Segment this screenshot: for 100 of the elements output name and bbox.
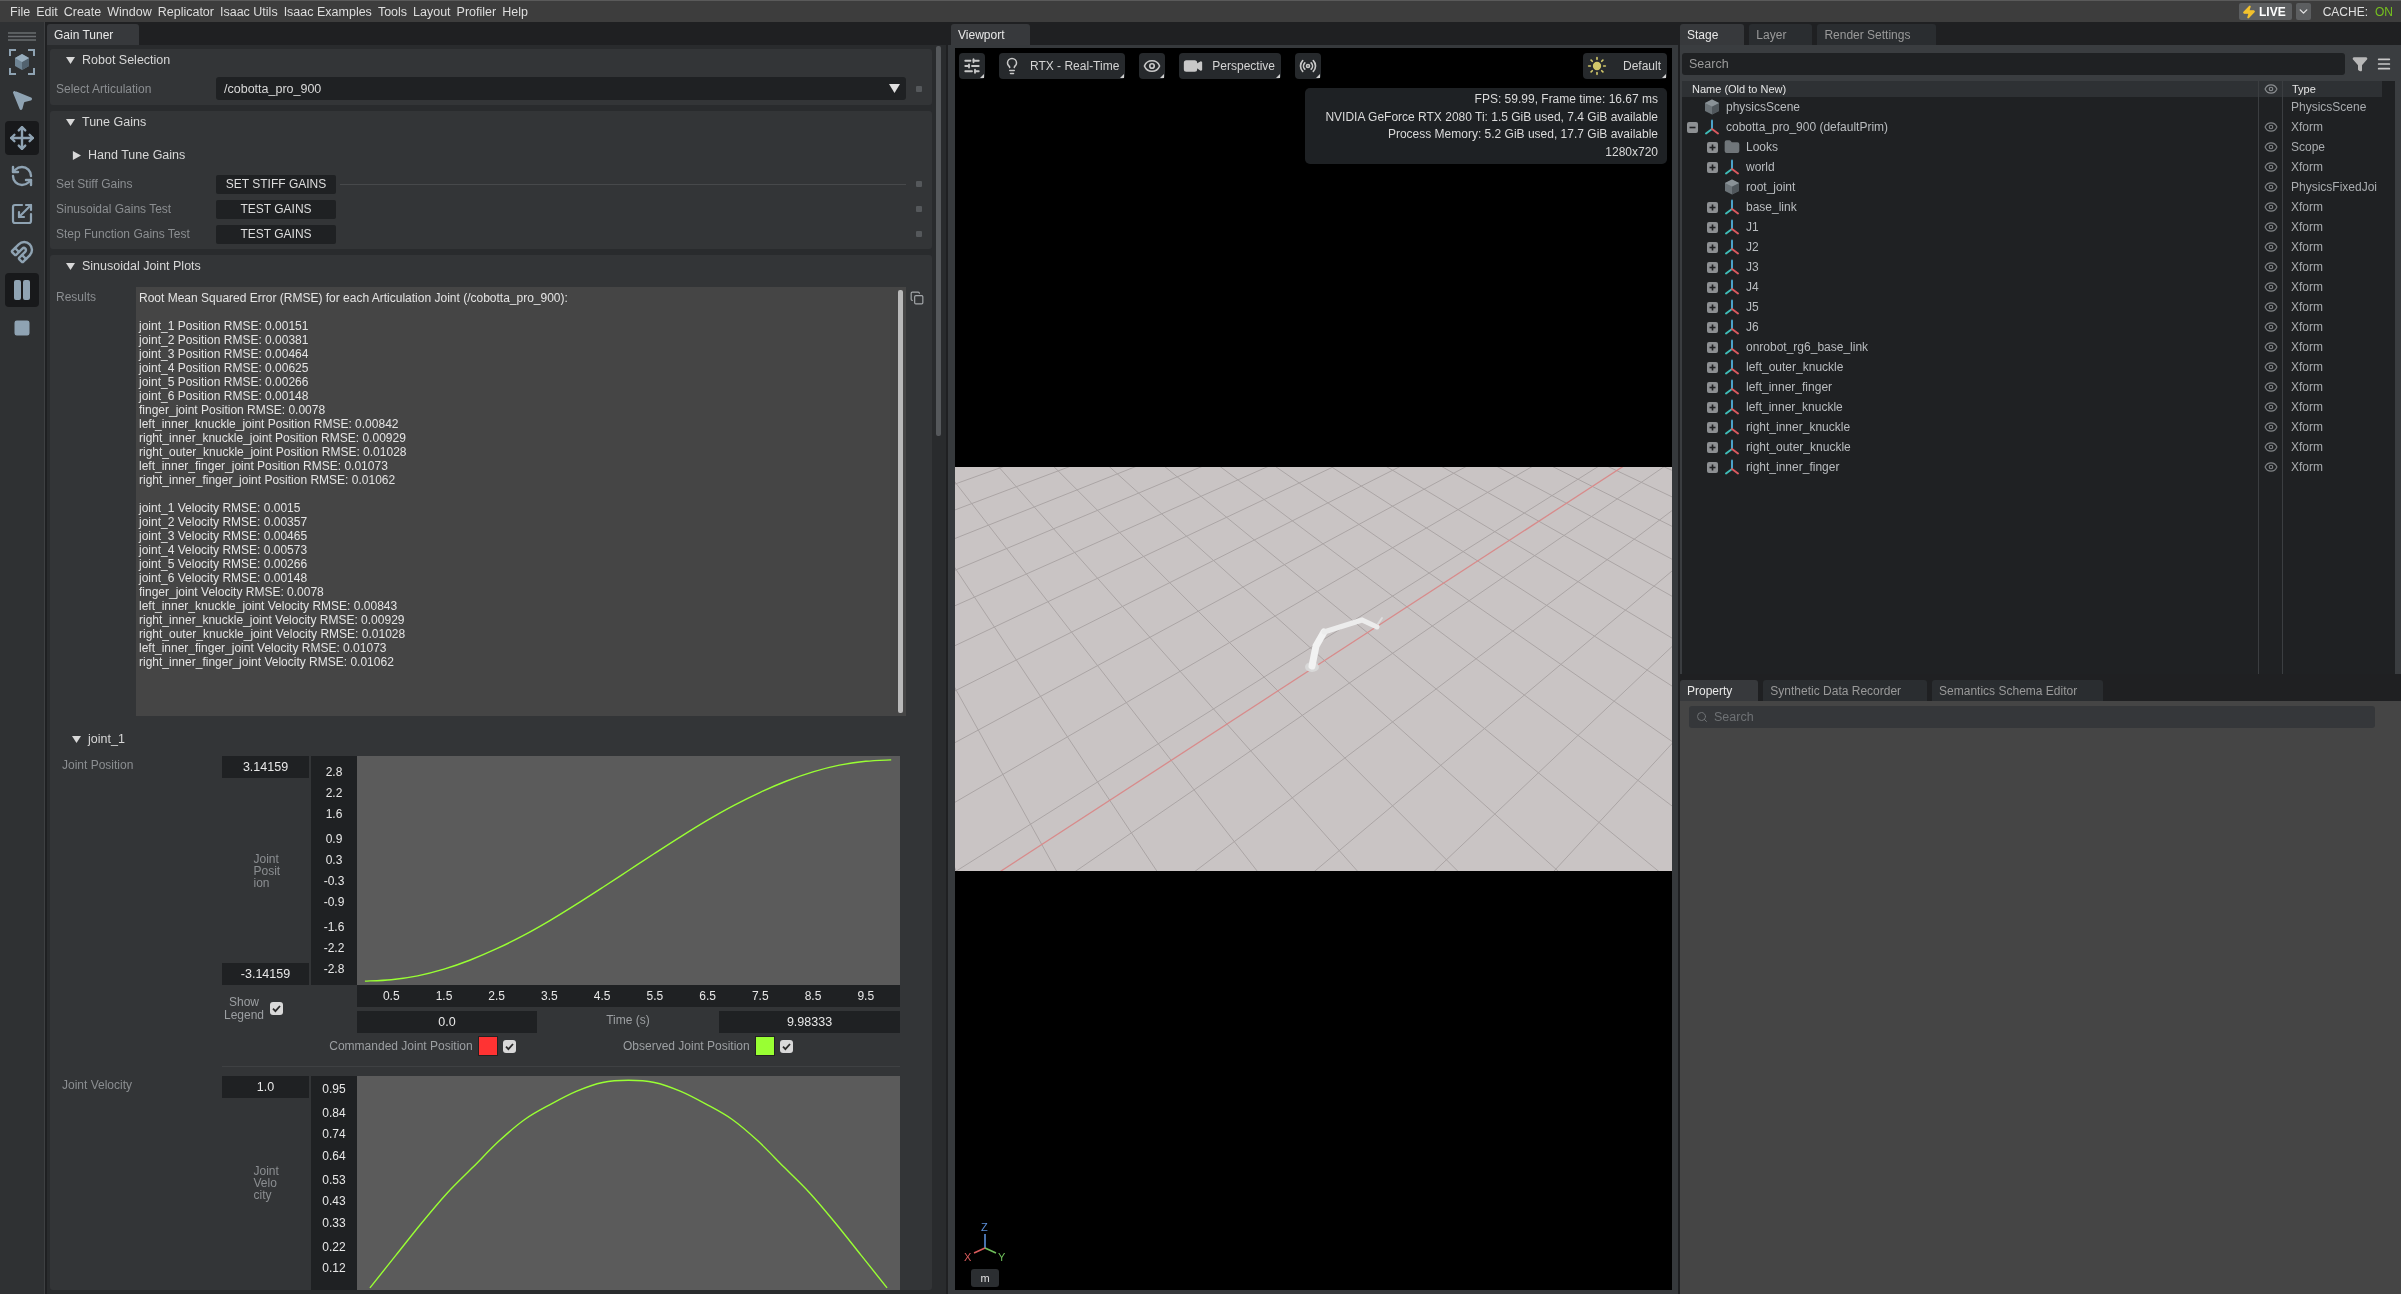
plus-box-icon[interactable] [1707, 261, 1718, 273]
plus-box-icon[interactable] [1707, 241, 1718, 253]
tree-item[interactable]: J4 [1682, 277, 2258, 297]
eye-icon[interactable] [2263, 280, 2278, 294]
action-button[interactable]: SET STIFF GAINS [216, 174, 336, 194]
panel-tab[interactable]: Semantics Schema Editor [1932, 680, 2104, 701]
menu-item[interactable]: Layout [410, 4, 454, 19]
eye-icon[interactable] [2263, 300, 2278, 314]
plus-box-icon[interactable] [1707, 141, 1718, 153]
eye-icon[interactable] [2263, 220, 2278, 234]
tree-item[interactable]: left_inner_knuckle [1682, 397, 2258, 417]
plus-box-icon[interactable] [1707, 361, 1718, 373]
plus-box-icon[interactable] [1707, 341, 1718, 353]
eye-icon[interactable] [2263, 240, 2278, 254]
viewport-toolbar-button[interactable] [1295, 53, 1322, 79]
tree-item[interactable]: Looks [1682, 137, 2258, 157]
menu-item[interactable]: Replicator [154, 4, 217, 19]
menu-item[interactable]: Edit [33, 4, 61, 19]
section-header[interactable]: Tune Gains [50, 111, 932, 133]
action-button[interactable]: TEST GAINS [216, 224, 336, 244]
dropdown-button[interactable] [2295, 3, 2311, 20]
eye-icon[interactable] [2263, 440, 2278, 454]
eye-icon[interactable] [2263, 160, 2278, 174]
plus-box-icon[interactable] [1707, 201, 1718, 213]
plus-box-icon[interactable] [1707, 441, 1718, 453]
menu-item[interactable]: Profiler [453, 4, 500, 19]
plus-box-icon[interactable] [1707, 381, 1718, 393]
viewport-toolbar-button[interactable] [1139, 53, 1166, 79]
eye-icon[interactable] [2263, 120, 2278, 134]
min-value-field[interactable]: -3.14159 [222, 963, 309, 985]
menu-icon[interactable] [2376, 56, 2392, 72]
tree-item[interactable]: cobotta_pro_900 (defaultPrim) [1682, 117, 2258, 137]
max-value-field[interactable]: 1.0 [222, 1076, 309, 1098]
scrollbar[interactable] [936, 46, 941, 436]
section-header[interactable]: Sinusoidal Joint Plots [50, 255, 932, 277]
max-value-field[interactable]: 3.14159 [222, 756, 309, 778]
menu-item[interactable]: Tools [374, 4, 411, 19]
tree-item[interactable]: left_outer_knuckle [1682, 357, 2258, 377]
copy-icon[interactable] [910, 291, 924, 305]
checkbox[interactable] [779, 1039, 793, 1053]
menu-item[interactable]: Create [60, 4, 105, 19]
tree-item[interactable]: right_inner_knuckle [1682, 417, 2258, 437]
eye-icon[interactable] [2263, 460, 2278, 474]
panel-tab[interactable]: Render Settings [1817, 24, 1937, 45]
eye-icon[interactable] [2263, 400, 2278, 414]
tree-item[interactable]: world [1682, 157, 2258, 177]
scrollbar[interactable] [898, 290, 903, 713]
minus-box-icon[interactable] [1687, 121, 1698, 133]
menu-item[interactable]: Isaac Examples [280, 4, 375, 19]
max-value-field[interactable]: 9.98333 [719, 1011, 900, 1033]
eye-icon[interactable] [2263, 340, 2278, 354]
eye-icon[interactable] [2263, 320, 2278, 334]
plus-box-icon[interactable] [1707, 401, 1718, 413]
panel-tab[interactable]: Property [1680, 680, 1759, 701]
menu-item[interactable]: Window [104, 4, 155, 19]
plus-box-icon[interactable] [1707, 321, 1718, 333]
menu-item[interactable]: File [7, 4, 34, 19]
panel-tab[interactable]: Stage [1680, 24, 1745, 45]
eye-icon[interactable] [2263, 180, 2278, 194]
action-button[interactable]: TEST GAINS [216, 199, 336, 219]
viewport-toolbar-button[interactable]: RTX - Real-Time [999, 53, 1126, 79]
menu-item[interactable]: Help [499, 4, 531, 19]
eye-icon[interactable] [2263, 360, 2278, 374]
plus-box-icon[interactable] [1707, 461, 1718, 473]
panel-tab[interactable]: Layer [1749, 24, 1813, 45]
section-header[interactable]: Hand Tune Gains [50, 144, 932, 166]
filter-icon[interactable] [2352, 56, 2368, 72]
tool-button[interactable] [5, 121, 39, 155]
eye-icon[interactable] [2263, 200, 2278, 214]
tree-item[interactable]: J1 [1682, 217, 2258, 237]
tree-item[interactable]: J6 [1682, 317, 2258, 337]
tree-item[interactable]: physicsScene [1682, 97, 2258, 117]
tree-item[interactable]: J2 [1682, 237, 2258, 257]
tree-item[interactable]: root_joint [1682, 177, 2258, 197]
section-header[interactable]: joint_1 [50, 728, 932, 750]
plus-box-icon[interactable] [1707, 421, 1718, 433]
tool-button[interactable] [5, 273, 39, 307]
eye-icon[interactable] [2263, 260, 2278, 274]
tree-item[interactable]: right_outer_knuckle [1682, 437, 2258, 457]
panel-tab[interactable]: Synthetic Data Recorder [1763, 680, 1928, 701]
tree-item[interactable]: J3 [1682, 257, 2258, 277]
live-button[interactable]: LIVE [2239, 3, 2292, 20]
viewport-toolbar-button[interactable] [959, 53, 985, 79]
tree-item[interactable]: right_inner_finger [1682, 457, 2258, 477]
plus-box-icon[interactable] [1707, 301, 1718, 313]
tree-item[interactable]: left_inner_finger [1682, 377, 2258, 397]
units-button[interactable]: m [971, 1269, 999, 1287]
section-header[interactable]: Robot Selection [50, 49, 932, 71]
viewport-toolbar-button[interactable]: Default [1582, 53, 1667, 79]
panel-tab[interactable]: Gain Tuner [47, 24, 140, 45]
search-field[interactable]: Search [1682, 53, 2345, 75]
viewport-toolbar-button[interactable]: Perspective [1179, 53, 1282, 79]
eye-icon[interactable] [2263, 420, 2278, 434]
articulation-dropdown[interactable]: /cobotta_pro_900 [216, 77, 906, 100]
panel-tab[interactable]: Viewport [951, 24, 1031, 45]
menu-item[interactable]: Isaac Utils [217, 4, 281, 19]
plus-box-icon[interactable] [1707, 221, 1718, 233]
eye-icon[interactable] [2263, 140, 2278, 154]
plus-box-icon[interactable] [1707, 281, 1718, 293]
min-value-field[interactable]: 0.0 [357, 1011, 537, 1033]
